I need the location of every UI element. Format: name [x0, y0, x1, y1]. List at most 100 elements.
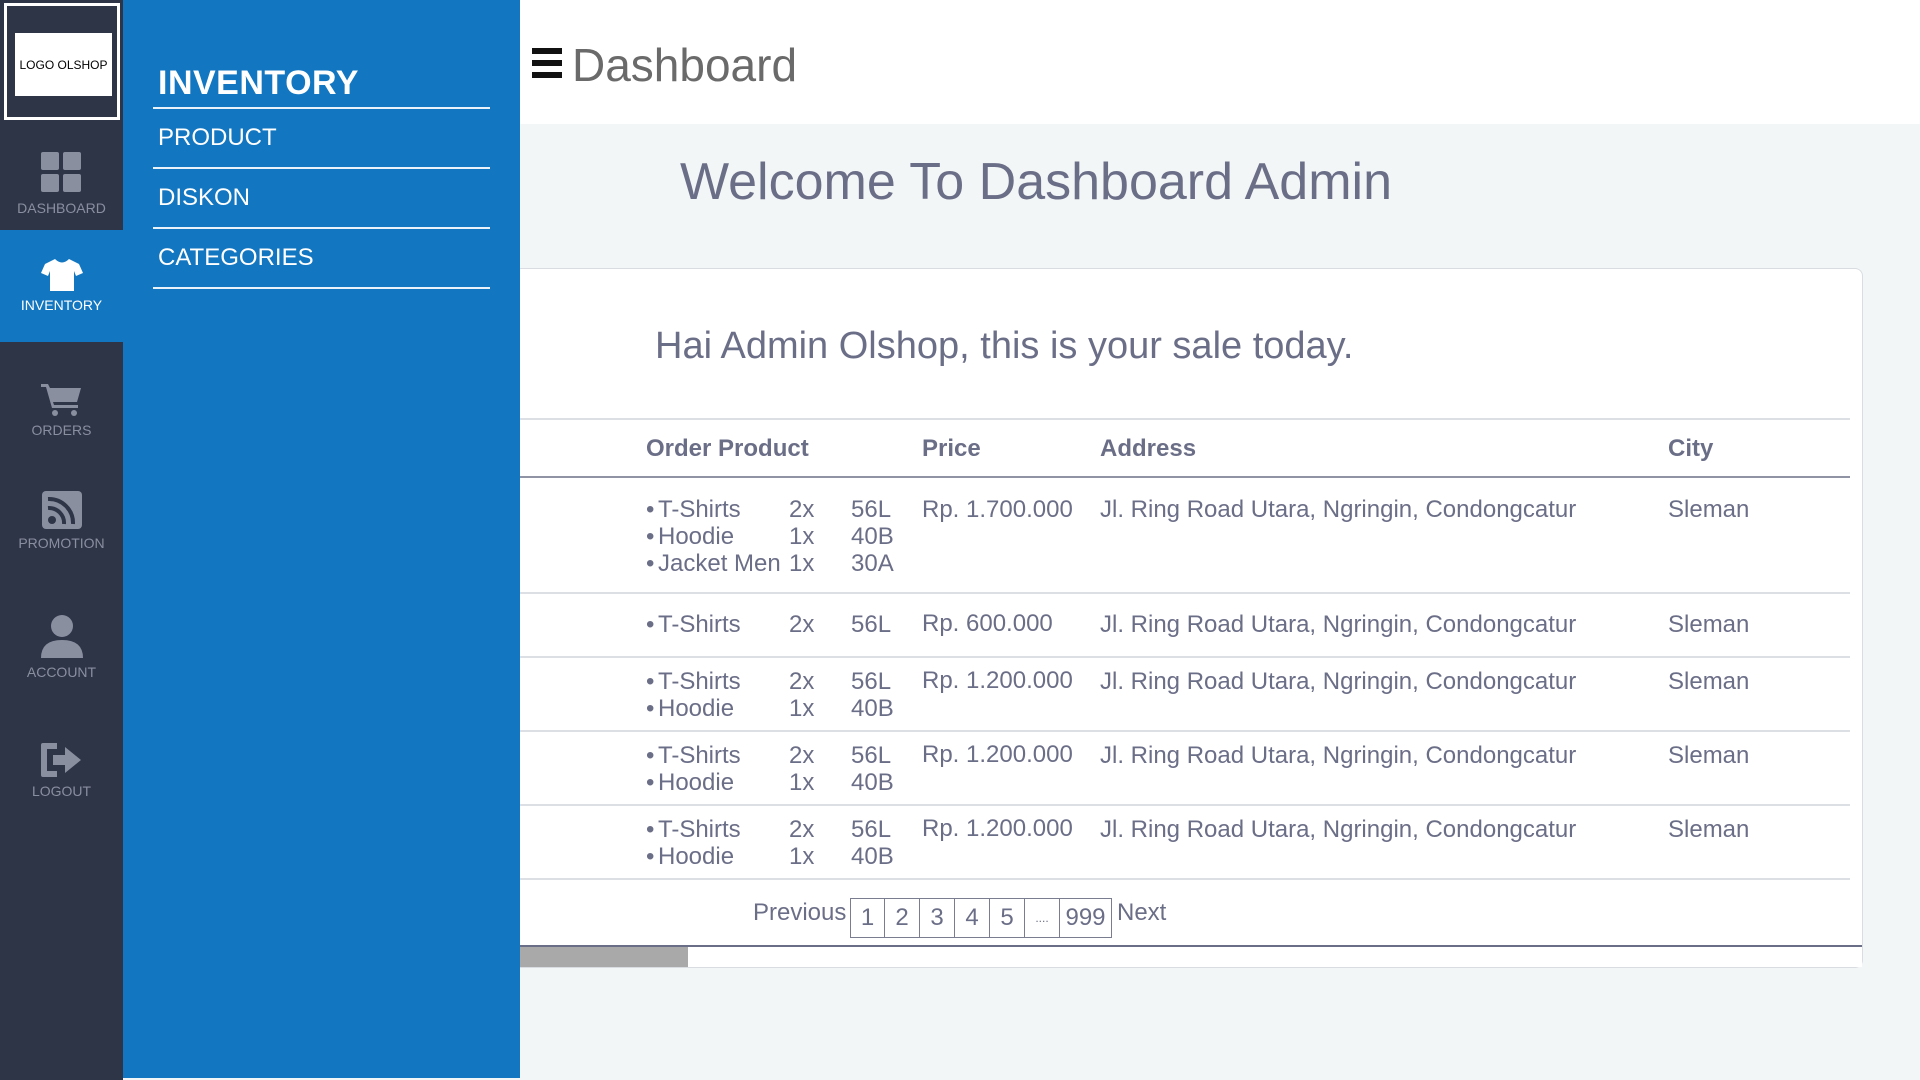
top-bar: Dashboard: [520, 0, 1920, 124]
cart-icon: [40, 384, 81, 416]
product-size: 40B: [851, 769, 894, 796]
rail-label-promotion: PROMOTION: [18, 535, 105, 551]
table-header-divider: [520, 476, 1850, 478]
product-name: Hoodie: [658, 769, 735, 796]
price-cell: Rp. 1.200.000: [922, 741, 1073, 768]
pagination-page-3[interactable]: 3: [919, 898, 955, 938]
rail-label-dashboard: DASHBOARD: [17, 200, 106, 216]
rail-label-orders: ORDERS: [31, 422, 92, 438]
product-size: 56L: [851, 496, 892, 523]
order-product-cell: • T-Shirts 2x 56L • Hoodie 1x 40B • Jacket Men 1…: [646, 496, 894, 577]
column-header-price: Price: [922, 435, 981, 462]
product-name: T-Shirts: [658, 668, 741, 695]
user-icon: [40, 615, 83, 658]
rail-label-logout: LOGOUT: [31, 783, 92, 799]
column-header-order-product: Order Product: [646, 435, 809, 462]
product-qty: 2x: [789, 742, 815, 769]
rail-item-promotion[interactable]: PROMOTION: [0, 478, 123, 564]
rail-item-orders[interactable]: ORDERS: [0, 370, 123, 450]
logout-icon: [40, 743, 81, 777]
panel-title: INVENTORY: [158, 64, 359, 102]
tshirt-icon: [40, 259, 83, 291]
order-product-cell: • T-Shirts 2x 56L • Hoodie 1x 40B: [646, 742, 894, 796]
rail-item-account[interactable]: ACCOUNT: [0, 602, 123, 692]
address-cell: Jl. Ring Road Utara, Ngringin, Condongca…: [1100, 742, 1577, 769]
product-size: 56L: [851, 742, 892, 769]
price-cell: Rp. 1.700.000: [922, 496, 1073, 523]
product-name: Jacket Men: [658, 550, 781, 577]
rail-item-logout[interactable]: LOGOUT: [0, 728, 123, 814]
pagination-next[interactable]: Next: [1117, 899, 1166, 927]
logo-frame[interactable]: LOGO OLSHOP: [4, 3, 120, 120]
price-cell: Rp. 1.200.000: [922, 815, 1073, 842]
order-product-cell: • T-Shirts 2x 56L: [646, 611, 892, 638]
rss-icon: [41, 491, 82, 529]
order-product-cell: • T-Shirts 2x 56L • Hoodie 1x 40B: [646, 668, 894, 722]
city-cell: Sleman: [1668, 668, 1750, 695]
product-name: T-Shirts: [658, 611, 741, 638]
address-cell: Jl. Ring Road Utara, Ngringin, Condongca…: [1100, 611, 1577, 638]
pagination-page-5[interactable]: 5: [989, 898, 1025, 938]
price-cell: Rp. 1.200.000: [922, 667, 1073, 694]
product-name: Hoodie: [658, 843, 735, 870]
address-cell: Jl. Ring Road Utara, Ngringin, Condongca…: [1100, 496, 1577, 523]
pagination-previous[interactable]: Previous: [753, 899, 846, 927]
pagination-page-2[interactable]: 2: [884, 898, 920, 938]
product-size: 40B: [851, 523, 894, 550]
product-qty: 1x: [789, 695, 815, 722]
panel-link-product[interactable]: PRODUCT: [153, 109, 490, 169]
pagination-ellipsis: ....: [1024, 898, 1060, 938]
row-divider: [520, 878, 1850, 880]
product-size: 56L: [851, 816, 892, 843]
product-qty: 2x: [789, 668, 815, 695]
page-title: Dashboard: [572, 39, 798, 91]
product-name: T-Shirts: [658, 496, 741, 523]
product-name: Hoodie: [658, 695, 735, 722]
horizontal-scrollbar[interactable]: [520, 945, 1862, 967]
row-divider: [520, 656, 1850, 658]
product-name: T-Shirts: [658, 816, 741, 843]
row-divider: [520, 730, 1850, 732]
product-qty: 1x: [789, 843, 815, 870]
product-qty: 1x: [789, 769, 815, 796]
panel-link-categories[interactable]: CATEGORIES: [153, 229, 490, 289]
product-qty: 2x: [789, 611, 815, 638]
rail-label-inventory: INVENTORY: [20, 297, 103, 313]
column-header-city: City: [1668, 435, 1714, 462]
hamburger-menu-icon[interactable]: [532, 48, 562, 80]
address-cell: Jl. Ring Road Utara, Ngringin, Condongca…: [1100, 668, 1577, 695]
address-cell: Jl. Ring Road Utara, Ngringin, Condongca…: [1100, 816, 1577, 843]
sales-card: Hai Admin Olshop, this is your sale toda…: [520, 268, 1863, 968]
city-cell: Sleman: [1668, 611, 1750, 638]
product-qty: 1x: [789, 550, 815, 577]
city-cell: Sleman: [1668, 742, 1750, 769]
product-name: T-Shirts: [658, 742, 741, 769]
rail-item-dashboard[interactable]: DASHBOARD: [0, 138, 123, 230]
logo: LOGO OLSHOP: [15, 33, 112, 96]
price-cell: Rp. 600.000: [922, 610, 1053, 637]
city-cell: Sleman: [1668, 816, 1750, 843]
product-name: Hoodie: [658, 523, 735, 550]
city-cell: Sleman: [1668, 496, 1750, 523]
product-qty: 1x: [789, 523, 815, 550]
welcome-heading: Welcome To Dashboard Admin: [680, 153, 1393, 211]
rail-item-inventory[interactable]: INVENTORY: [0, 230, 123, 342]
row-divider: [520, 592, 1850, 594]
product-size: 56L: [851, 668, 892, 695]
product-size: 56L: [851, 611, 892, 638]
row-divider: [520, 804, 1850, 806]
rail-label-account: ACCOUNT: [26, 664, 97, 680]
pagination-page-4[interactable]: 4: [954, 898, 990, 938]
panel-link-diskon[interactable]: DISKON: [153, 169, 490, 229]
product-size: 40B: [851, 695, 894, 722]
inventory-panel: INVENTORY PRODUCT DISKON CATEGORIES: [123, 0, 520, 1078]
pagination-page-1[interactable]: 1: [850, 898, 885, 938]
dashboard-grid-icon: [40, 152, 81, 192]
table-top-divider: [520, 418, 1850, 420]
greeting-text: Hai Admin Olshop, this is your sale toda…: [655, 325, 1354, 367]
scrollbar-thumb[interactable]: [520, 947, 688, 967]
product-size: 30A: [851, 550, 894, 577]
product-qty: 2x: [789, 816, 815, 843]
product-size: 40B: [851, 843, 894, 870]
pagination-page-999[interactable]: 999: [1059, 898, 1112, 938]
